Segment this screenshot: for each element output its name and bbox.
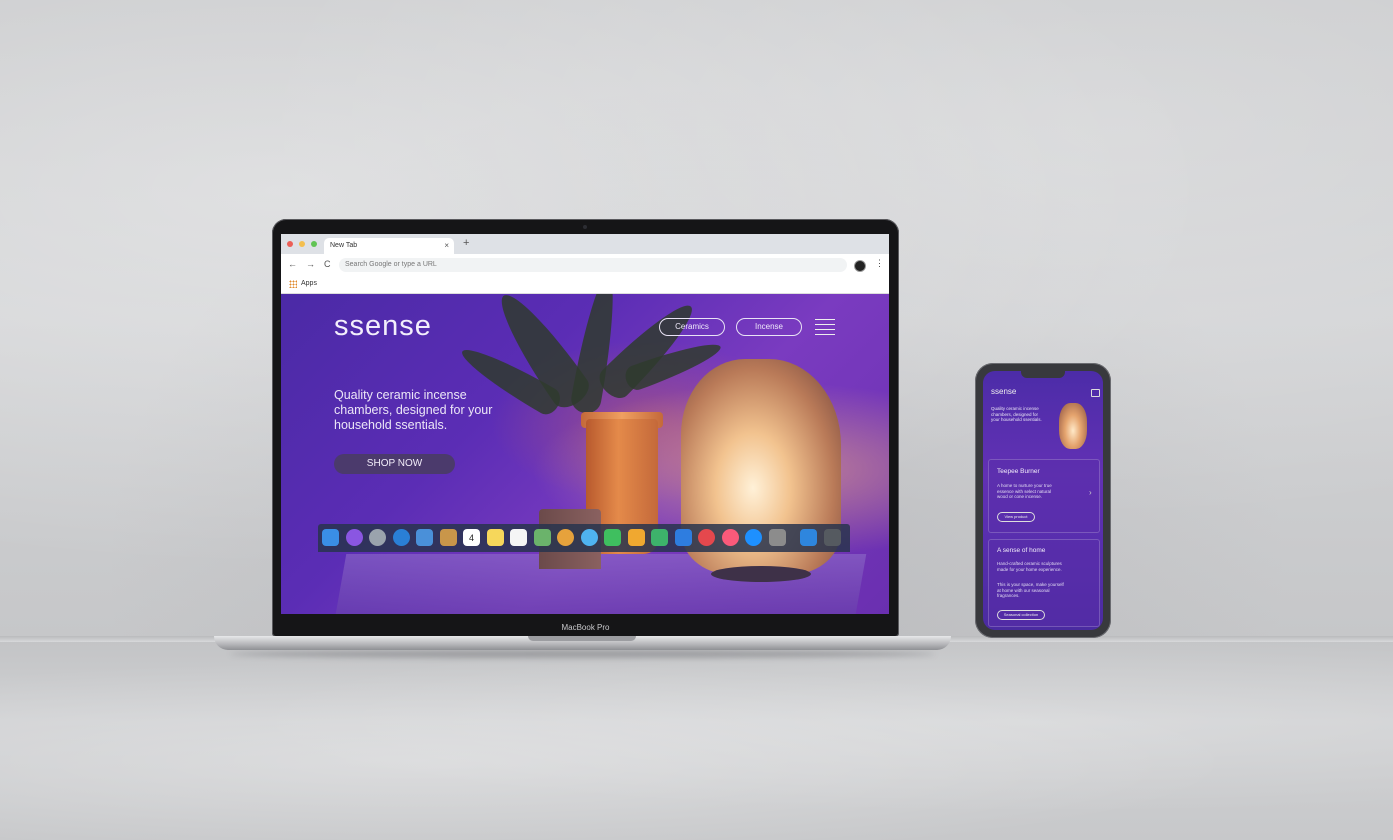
trash-icon[interactable]	[823, 529, 841, 546]
laptop-notch	[528, 636, 636, 641]
siri-icon[interactable]	[345, 529, 363, 546]
macos-dock: 4	[318, 524, 850, 552]
view-product-button[interactable]: View product	[997, 512, 1035, 522]
shop-now-button[interactable]: SHOP NOW	[334, 454, 455, 474]
product-card-teepee: Teepee Burner A home to nurture your tru…	[988, 459, 1100, 533]
close-window-button[interactable]	[287, 241, 293, 247]
news-icon[interactable]	[698, 529, 715, 546]
card-title: A sense of home	[997, 547, 1046, 554]
minimize-window-button[interactable]	[299, 241, 305, 247]
hero-section: ssense Ceramics Incense Quality ceramic …	[281, 294, 889, 614]
back-icon[interactable]: ←	[288, 259, 297, 269]
card-body: Hand-crafted ceramic sculptures made for…	[997, 561, 1062, 572]
reminders-icon[interactable]	[510, 529, 527, 546]
facetime-icon[interactable]	[604, 529, 621, 546]
browser-tab[interactable]: New Tab ×	[324, 238, 454, 254]
card-title: Teepee Burner	[997, 468, 1040, 475]
laptop-shadow	[230, 650, 935, 658]
address-bar[interactable]: Search Google or type a URL	[339, 258, 847, 272]
phone-menu-icon[interactable]	[1091, 389, 1100, 397]
messages-icon[interactable]	[580, 529, 598, 546]
photos-icon[interactable]	[557, 529, 574, 546]
phone-salt-lamp	[1059, 403, 1087, 449]
product-card-home: A sense of home Hand-crafted ceramic scu…	[988, 539, 1100, 627]
laptop-model-label: MacBook Pro	[561, 623, 610, 632]
apps-bookmark[interactable]: Apps	[301, 280, 317, 287]
nav-ceramics[interactable]: Ceramics	[659, 318, 725, 336]
reload-icon[interactable]: C	[324, 259, 331, 269]
lamp-base	[711, 566, 811, 582]
maximize-window-button[interactable]	[311, 241, 317, 247]
phone: ssense Quality ceramic incense chambers,…	[975, 363, 1111, 638]
phone-notch	[1021, 371, 1065, 378]
phone-screen: ssense Quality ceramic incense chambers,…	[983, 371, 1103, 630]
finder-icon[interactable]	[322, 529, 339, 546]
close-tab-icon[interactable]: ×	[444, 241, 449, 250]
keynote-icon[interactable]	[674, 529, 692, 546]
seasonal-collection-button[interactable]: Seasonal collection	[997, 610, 1045, 620]
contacts-icon[interactable]	[439, 529, 457, 546]
forward-icon[interactable]: →	[306, 259, 315, 269]
numbers-icon[interactable]	[651, 529, 668, 546]
browser-toolbar: ← → C Search Google or type a URL ⋮	[281, 254, 889, 276]
browser-tabbar: New Tab × +	[281, 234, 889, 254]
notes-icon[interactable]	[486, 529, 504, 546]
mail-icon[interactable]	[416, 529, 433, 546]
hero-headline: Quality ceramic incense chambers, design…	[334, 388, 493, 432]
concrete-floor	[0, 642, 1393, 840]
safari-icon[interactable]	[392, 529, 410, 546]
launchpad-icon[interactable]	[369, 529, 386, 546]
site-logo[interactable]: ssense	[334, 310, 432, 343]
laptop: New Tab × + ← → C Search Google or type …	[272, 219, 899, 637]
maps-icon[interactable]	[533, 529, 551, 546]
music-icon[interactable]	[721, 529, 739, 546]
browser-menu-icon[interactable]: ⋮	[875, 258, 884, 269]
profile-avatar[interactable]	[854, 260, 866, 272]
chevron-right-icon[interactable]: ›	[1089, 488, 1092, 497]
pages-icon[interactable]	[627, 529, 645, 546]
bookmarks-bar: Apps	[281, 276, 889, 294]
camera	[583, 225, 587, 229]
downloads-icon[interactable]	[800, 529, 817, 546]
new-tab-button[interactable]: +	[463, 237, 469, 249]
card-body: This is your space, make yourself at hom…	[997, 582, 1064, 598]
card-body: A home to nurture your true essence with…	[997, 483, 1052, 499]
laptop-screen: New Tab × + ← → C Search Google or type …	[281, 234, 889, 614]
settings-icon[interactable]	[768, 529, 786, 546]
tab-title: New Tab	[330, 242, 358, 249]
calendar-icon[interactable]: 4	[463, 529, 480, 546]
appstore-icon[interactable]	[745, 529, 762, 546]
nav-incense[interactable]: Incense	[736, 318, 802, 336]
phone-hero-text: Quality ceramic incense chambers, design…	[991, 406, 1042, 422]
apps-grid-icon[interactable]	[289, 280, 297, 288]
phone-logo[interactable]: ssense	[991, 387, 1016, 396]
hamburger-menu-icon[interactable]	[815, 319, 835, 335]
address-placeholder: Search Google or type a URL	[345, 261, 437, 268]
